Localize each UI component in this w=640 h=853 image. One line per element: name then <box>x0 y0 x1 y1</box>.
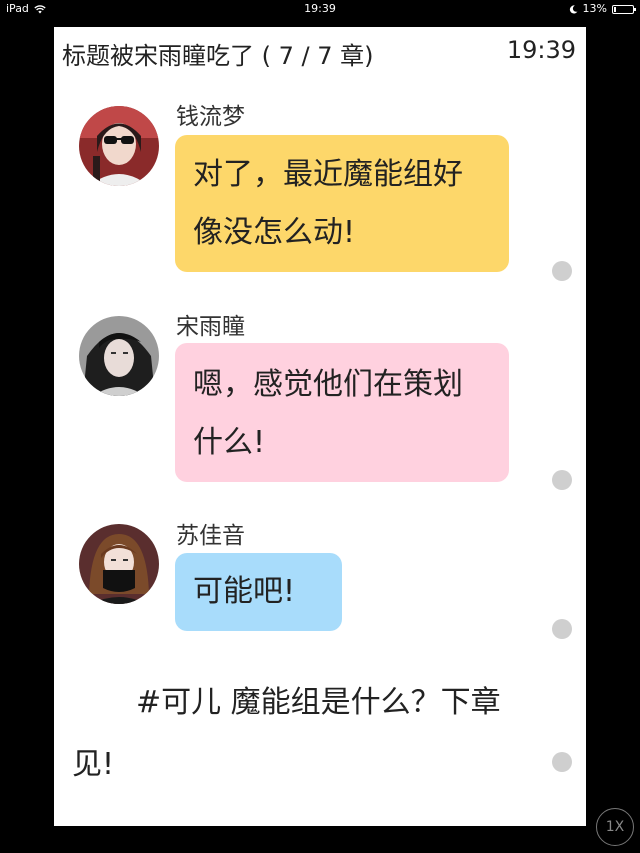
header-clock: 19:39 <box>506 36 576 64</box>
message-text: 可能吧! <box>193 574 296 609</box>
audio-indicator[interactable] <box>552 470 572 490</box>
audio-indicator[interactable] <box>552 261 572 281</box>
reader-panel: 标题被宋雨瞳吃了 ( 7 / 7 章) 19:39 钱流梦 对了，最近魔能组好像… <box>54 27 586 826</box>
sender-name: 苏佳音 <box>176 523 245 549</box>
avatar-qian-liumeng <box>79 106 159 186</box>
audio-indicator[interactable] <box>552 752 572 772</box>
avatar-song-yutong <box>79 316 159 396</box>
message-text: 嗯，感觉他们在策划什么! <box>193 367 463 460</box>
battery-percent: 13% <box>582 2 607 15</box>
message-bubble: 对了，最近魔能组好像没怎么动! <box>175 135 509 272</box>
chapter-title: 标题被宋雨瞳吃了 ( 7 / 7 章) <box>62 42 374 70</box>
battery-fill <box>614 6 616 12</box>
message-bubble: 可能吧! <box>175 553 342 631</box>
sender-name: 宋雨瞳 <box>176 314 245 340</box>
status-bar: iPad 19:39 13% <box>0 0 640 18</box>
message-text: 对了，最近魔能组好像没怎么动! <box>193 157 463 250</box>
status-time: 19:39 <box>304 2 336 15</box>
audio-indicator[interactable] <box>552 619 572 639</box>
sender-name: 钱流梦 <box>176 104 245 130</box>
moon-icon <box>569 4 578 14</box>
narration-text: #可儿 魔能组是什么？下章见! <box>72 685 501 782</box>
chapter-header: 标题被宋雨瞳吃了 ( 7 / 7 章) 19:39 <box>62 36 576 70</box>
playback-speed-button[interactable]: 1X <box>596 808 634 846</box>
battery-icon <box>612 4 636 14</box>
avatar-su-jiayin <box>79 524 159 604</box>
message-bubble: 嗯，感觉他们在策划什么! <box>175 343 509 482</box>
